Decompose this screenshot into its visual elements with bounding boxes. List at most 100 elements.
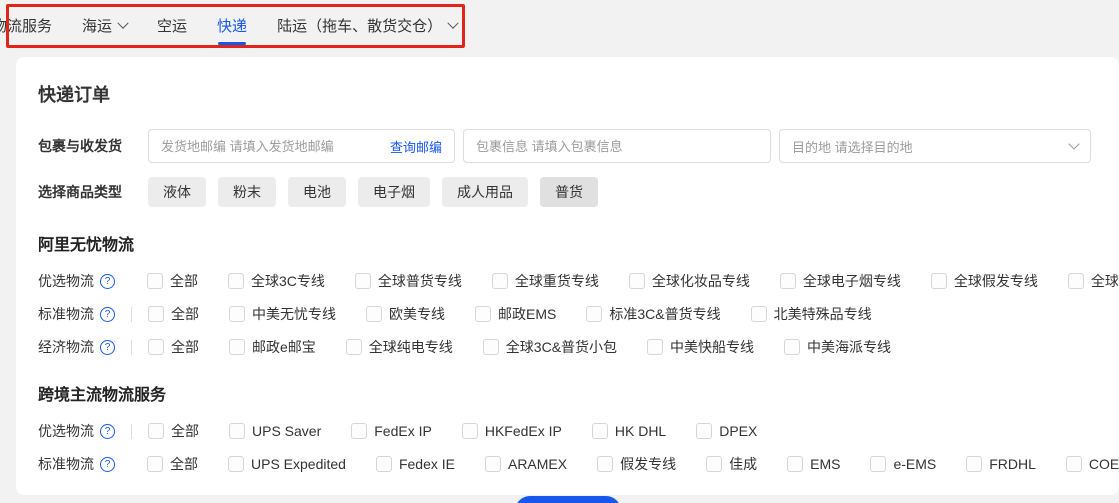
- checkbox[interactable]: [586, 306, 602, 322]
- checkbox-item[interactable]: 北美特殊品专线: [751, 304, 872, 324]
- help-icon[interactable]: ?: [100, 274, 115, 289]
- checkbox-item[interactable]: 全球纯电专线: [346, 337, 453, 357]
- product-type-general-cargo[interactable]: 普货: [540, 177, 598, 207]
- checkbox-item[interactable]: 全球优先专线: [1068, 271, 1119, 291]
- checkbox-item[interactable]: Fedex IE: [376, 456, 455, 472]
- checkbox[interactable]: [870, 456, 886, 472]
- checkbox-item[interactable]: 中美无忧专线: [229, 304, 336, 324]
- checkbox[interactable]: [592, 423, 608, 439]
- tab-label: 陆运（拖车、散货交仓）: [277, 15, 442, 36]
- checkbox-item[interactable]: 全部: [148, 337, 199, 357]
- product-type-e-cigarette[interactable]: 电子烟: [358, 177, 430, 207]
- checkbox[interactable]: [147, 273, 163, 289]
- checkbox-item[interactable]: 佳成: [706, 454, 757, 474]
- tab-express[interactable]: 快递: [217, 15, 247, 45]
- checkbox-item[interactable]: 中美海派专线: [784, 337, 891, 357]
- origin-zip-field[interactable]: 查询邮编: [148, 129, 455, 163]
- checkbox-item[interactable]: HKFedEx IP: [462, 423, 562, 439]
- checkbox[interactable]: [485, 456, 501, 472]
- checkbox[interactable]: [351, 423, 367, 439]
- checkbox-label: 全部: [171, 304, 199, 324]
- checkbox-item[interactable]: HK DHL: [592, 423, 666, 439]
- checkbox-item[interactable]: FRDHL: [966, 456, 1036, 472]
- product-type-adult-products[interactable]: 成人用品: [442, 177, 528, 207]
- checkbox-item[interactable]: COE-HKDHL: [1066, 456, 1119, 472]
- checkbox-item[interactable]: 全部: [148, 421, 199, 441]
- checkbox-item[interactable]: 全球3C专线: [228, 271, 325, 291]
- checkbox[interactable]: [355, 273, 371, 289]
- checkbox-item[interactable]: e-EMS: [870, 456, 936, 472]
- checkbox-label: 佳成: [729, 454, 757, 474]
- checkbox[interactable]: [492, 273, 508, 289]
- checkbox-item[interactable]: 全球假发专线: [931, 271, 1038, 291]
- rate-query-button[interactable]: 运价查询: [515, 496, 621, 503]
- vertical-divider: [131, 307, 132, 322]
- checkbox[interactable]: [229, 306, 245, 322]
- checkbox[interactable]: [597, 456, 613, 472]
- checkbox[interactable]: [148, 306, 164, 322]
- checkbox-item[interactable]: 邮政EMS: [475, 304, 556, 324]
- help-icon[interactable]: ?: [100, 340, 115, 355]
- checkbox[interactable]: [229, 339, 245, 355]
- package-info-field[interactable]: [463, 129, 771, 163]
- checkbox-item[interactable]: UPS Saver: [229, 423, 321, 439]
- checkbox-item[interactable]: EMS: [787, 456, 840, 472]
- checkbox[interactable]: [751, 306, 767, 322]
- tab-sea-freight[interactable]: 海运: [82, 15, 127, 45]
- help-icon[interactable]: ?: [100, 307, 115, 322]
- checkbox[interactable]: [483, 339, 499, 355]
- checkbox-item[interactable]: 假发专线: [597, 454, 676, 474]
- checkbox-item[interactable]: 欧美专线: [366, 304, 445, 324]
- checkbox-item[interactable]: 全球3C&普货小包: [483, 337, 617, 357]
- checkbox-item[interactable]: 全球电子烟专线: [780, 271, 901, 291]
- checkbox[interactable]: [931, 273, 947, 289]
- checkbox-item[interactable]: 全球重货专线: [492, 271, 599, 291]
- checkbox[interactable]: [787, 456, 803, 472]
- checkbox[interactable]: [229, 423, 245, 439]
- checkbox[interactable]: [780, 273, 796, 289]
- checkbox[interactable]: [376, 456, 392, 472]
- checkbox[interactable]: [1068, 273, 1084, 289]
- checkbox-item[interactable]: 全部: [147, 454, 198, 474]
- help-icon[interactable]: ?: [100, 457, 115, 472]
- tab-land-freight[interactable]: 陆运（拖车、散货交仓）: [277, 15, 457, 45]
- checkbox[interactable]: [148, 423, 164, 439]
- zip-lookup-link[interactable]: 查询邮编: [384, 137, 442, 156]
- checkbox[interactable]: [475, 306, 491, 322]
- checkbox[interactable]: [228, 456, 244, 472]
- product-type-battery[interactable]: 电池: [288, 177, 346, 207]
- checkbox[interactable]: [462, 423, 478, 439]
- checkbox-item[interactable]: DPEX: [696, 423, 757, 439]
- checkbox-item[interactable]: FedEx IP: [351, 423, 432, 439]
- checkbox[interactable]: [696, 423, 712, 439]
- checkbox-item[interactable]: 标准3C&普货专线: [586, 304, 720, 324]
- checkbox[interactable]: [1066, 456, 1082, 472]
- help-icon[interactable]: ?: [100, 424, 115, 439]
- checkbox-item[interactable]: 全球普货专线: [355, 271, 462, 291]
- checkbox-item[interactable]: 全部: [147, 271, 198, 291]
- checkbox[interactable]: [346, 339, 362, 355]
- checkbox-item[interactable]: ARAMEX: [485, 456, 567, 472]
- checkbox[interactable]: [706, 456, 722, 472]
- checkbox[interactable]: [784, 339, 800, 355]
- checkbox[interactable]: [228, 273, 244, 289]
- checkbox[interactable]: [148, 339, 164, 355]
- checkbox-item[interactable]: UPS Expedited: [228, 456, 346, 472]
- checkbox[interactable]: [366, 306, 382, 322]
- checkbox-item[interactable]: 中美快船专线: [647, 337, 754, 357]
- destination-select[interactable]: 目的地 请选择目的地: [779, 129, 1091, 163]
- checkbox[interactable]: [629, 273, 645, 289]
- checkbox-label: 全球假发专线: [954, 271, 1038, 291]
- product-type-liquid[interactable]: 液体: [148, 177, 206, 207]
- checkbox[interactable]: [147, 456, 163, 472]
- checkbox-item[interactable]: 全部: [148, 304, 199, 324]
- checkbox-label: 全球重货专线: [515, 271, 599, 291]
- product-type-powder[interactable]: 粉末: [218, 177, 276, 207]
- tab-logistics-services[interactable]: 物流服务: [0, 15, 52, 45]
- checkbox[interactable]: [966, 456, 982, 472]
- checkbox[interactable]: [647, 339, 663, 355]
- package-info-input[interactable]: [464, 130, 770, 162]
- checkbox-item[interactable]: 全球化妆品专线: [629, 271, 750, 291]
- tab-air-freight[interactable]: 空运: [157, 15, 187, 45]
- checkbox-item[interactable]: 邮政e邮宝: [229, 337, 316, 357]
